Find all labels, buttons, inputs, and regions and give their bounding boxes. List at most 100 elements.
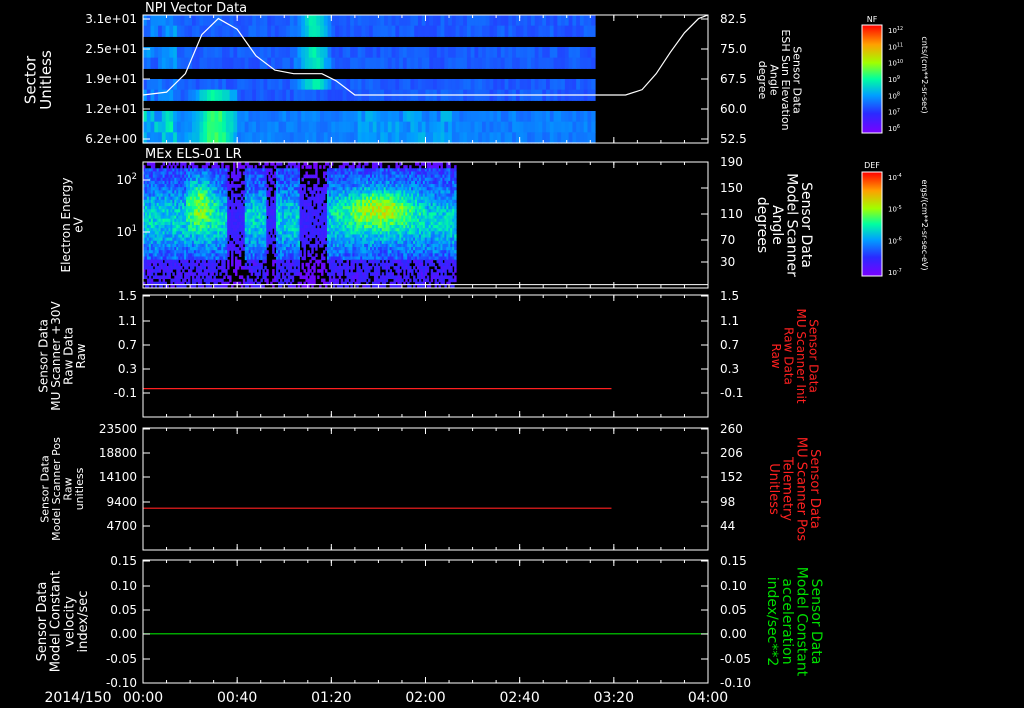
npi-heat-cell — [203, 111, 208, 123]
npi-heat-cell — [210, 25, 216, 37]
npi-heat-cell — [365, 79, 370, 91]
npi-heat-cell — [146, 57, 152, 69]
npi-heat-cell — [199, 89, 204, 101]
npi-heat-cell — [308, 89, 314, 101]
npi-heat-cell — [515, 111, 521, 123]
els-heat-cell — [301, 193, 304, 198]
els-heat-cell — [227, 165, 230, 169]
npi-heat-cell — [380, 79, 385, 91]
npi-heat-cell — [301, 121, 306, 133]
npi-heat-cell — [158, 47, 163, 59]
npi-heat-cell — [274, 111, 280, 123]
npi-heat-cell — [176, 47, 182, 59]
npi-heat-cell — [519, 121, 525, 133]
npi-heat-cell — [173, 132, 178, 144]
npi-heat-cell — [417, 111, 423, 123]
npi-heat-cell — [361, 25, 366, 37]
npi-heat-cell — [304, 121, 310, 133]
npi-heat-cell — [274, 25, 280, 37]
npi-heat-cell — [191, 121, 197, 133]
els-heat-cell — [299, 187, 303, 191]
npi-heat-cell — [448, 79, 453, 91]
npi-heat-cell — [387, 15, 393, 27]
npi-heat-cell — [455, 15, 460, 27]
npi-heat-cell — [203, 57, 208, 69]
npi-heat-cell — [320, 79, 325, 91]
els-heat-cell — [454, 240, 457, 245]
npi-heat-cell — [482, 79, 487, 91]
npi-heat-cell — [199, 47, 204, 59]
els-heat-cell — [315, 237, 318, 242]
npi-heat-cell — [252, 25, 257, 37]
npi-heat-cell — [557, 25, 562, 37]
npi-heat-cell — [161, 15, 167, 27]
npi-heat-cell — [372, 121, 378, 133]
npi-heat-cell — [301, 25, 306, 37]
els-heat-cell — [264, 180, 267, 185]
npi-heat-cell — [421, 121, 427, 133]
npi-heat-cell — [218, 121, 223, 133]
npi-heat-cell — [199, 15, 204, 27]
npi-heat-cell — [191, 79, 197, 91]
npi-heat-cell — [312, 111, 317, 123]
npi-heat-cell — [161, 111, 167, 123]
npi-heat-cell — [500, 15, 506, 27]
npi-heat-cell — [497, 15, 502, 27]
npi-heat-cell — [210, 79, 216, 91]
npi-heat-cell — [448, 121, 453, 133]
npi-heat-cell — [546, 121, 551, 133]
npi-heat-cell — [470, 57, 476, 69]
npi-heat-cell — [474, 15, 479, 27]
npi-heat-cell — [195, 111, 201, 123]
npi-heat-cell — [353, 57, 359, 69]
els-heat-cell — [315, 174, 318, 179]
npi-heat-cell — [271, 89, 276, 101]
npi-heat-cell — [225, 57, 231, 69]
els-heat-cell — [358, 165, 361, 169]
els-heat-cell — [454, 180, 457, 185]
npi-heat-cell — [512, 111, 517, 123]
els-heat-cell — [297, 180, 301, 185]
npi-heat-cell — [451, 15, 457, 27]
npi-heat-cell — [365, 25, 370, 37]
npi-heat-cell — [293, 57, 299, 69]
npi-heat-cell — [470, 121, 476, 133]
npi-heat-cell — [274, 89, 280, 101]
npi-heat-cell — [436, 25, 442, 37]
npi-heat-cell — [203, 121, 208, 133]
npi-heat-cell — [448, 111, 453, 123]
npi-heat-cell — [534, 57, 540, 69]
npi-heat-cell — [485, 47, 491, 59]
els-heat-cell — [264, 196, 267, 201]
npi-heat-cell — [459, 132, 464, 144]
npi-heat-cell — [293, 89, 299, 101]
npi-heat-cell — [331, 89, 336, 101]
els-heat-cell — [227, 234, 230, 239]
npi-heat-cell — [191, 15, 197, 27]
npi-heat-cell — [237, 47, 242, 59]
npi-heat-cell — [372, 15, 378, 27]
npi-heat-cell — [327, 25, 332, 37]
npi-heat-cell — [256, 121, 261, 133]
npi-heat-cell — [282, 79, 287, 91]
npi-heat-cell — [474, 111, 479, 123]
npi-heat-cell — [414, 25, 419, 37]
npi-heat-cell — [519, 132, 525, 144]
npi-heat-cell — [538, 111, 543, 123]
npi-heat-cell — [225, 47, 231, 59]
npi-heat-cell — [259, 25, 265, 37]
npi-heat-cell — [173, 25, 178, 37]
npi-heat-cell — [493, 47, 498, 59]
npi-heat-cell — [512, 121, 517, 133]
els-heat-cell — [217, 165, 220, 169]
els-heat-cell — [266, 231, 269, 235]
npi-heat-cell — [508, 132, 513, 144]
npi-heat-cell — [538, 57, 543, 69]
npi-heat-cell — [286, 47, 291, 59]
els-heat-cell — [236, 168, 240, 172]
npi-heat-cell — [417, 79, 423, 91]
npi-heat-cell — [327, 111, 332, 123]
els-heat-cell — [405, 165, 408, 169]
npi-heat-cell — [478, 121, 483, 133]
npi-heat-cell — [225, 25, 231, 37]
